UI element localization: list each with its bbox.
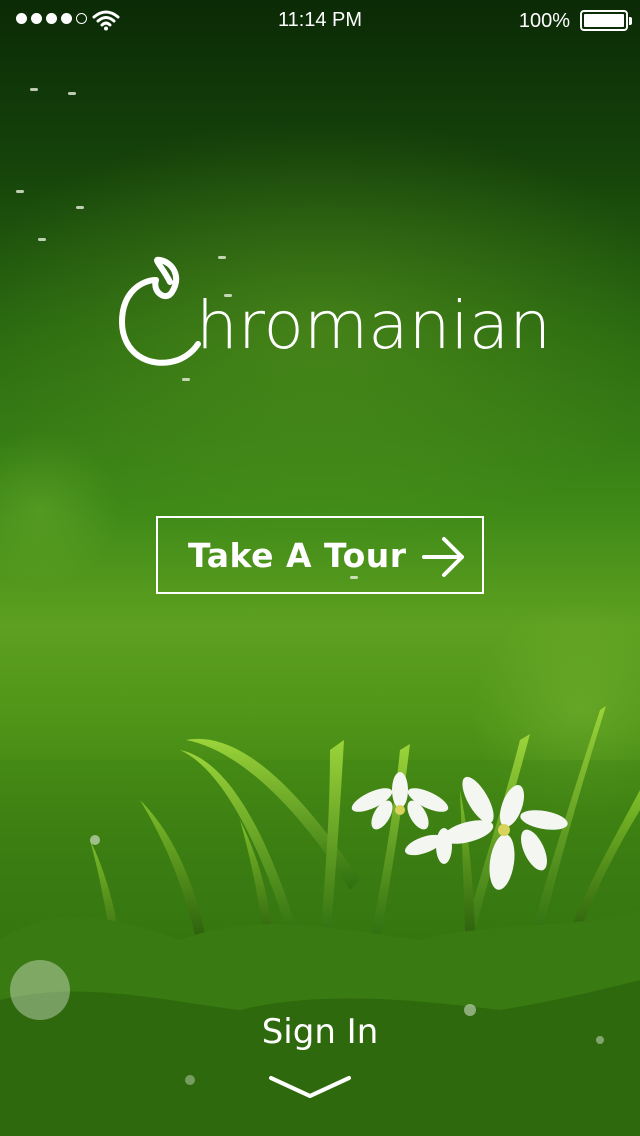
app-logo: C hromanian — [0, 250, 640, 380]
arrow-right-icon — [422, 537, 464, 577]
battery-percent: 100% — [518, 10, 570, 32]
gnat — [38, 238, 46, 241]
gnat — [30, 88, 38, 91]
gnat — [68, 92, 76, 95]
logo-script-c — [119, 256, 201, 366]
take-a-tour-label: Take A Tour — [188, 535, 407, 575]
sign-in-link[interactable]: Sign In — [0, 1012, 640, 1052]
logo-text: hromanian — [196, 287, 552, 364]
status-bar: 11:14 PM 100% — [0, 0, 640, 40]
background-bokeh — [0, 430, 120, 590]
gnat — [76, 206, 84, 209]
chevron-down-icon[interactable] — [268, 1074, 352, 1100]
take-a-tour-button[interactable]: Take A Tour — [156, 516, 484, 594]
splash-screen: 11:14 PM 100% C hromanian Take A Tour — [0, 0, 640, 1136]
battery-icon — [580, 10, 632, 31]
grass-flowers-illustration — [0, 706, 640, 1136]
gnat — [16, 190, 24, 193]
